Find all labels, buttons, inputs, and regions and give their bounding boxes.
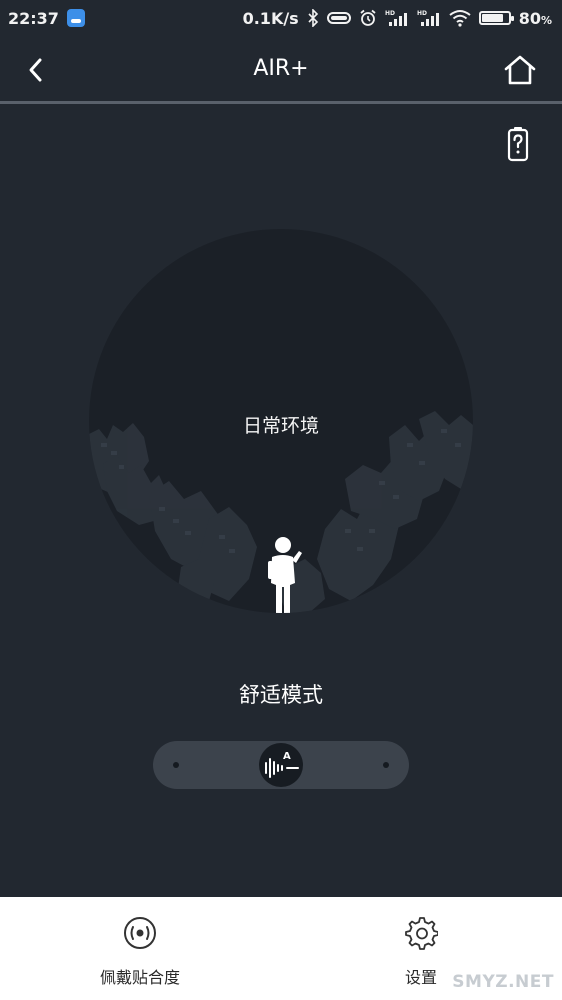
environment-circle: 日常环境 [89, 229, 473, 613]
status-bar: 22:37 0.1K/s HD HD 80% [0, 0, 562, 36]
app-header: AIR+ [0, 36, 562, 102]
nav-label-fit: 佩戴贴合度 [99, 968, 180, 987]
gear-icon [403, 915, 439, 951]
clock: 22:37 [8, 8, 59, 28]
fit-target-icon [122, 915, 158, 951]
header-divider [0, 101, 562, 104]
nav-item-fit[interactable]: 佩戴贴合度 [60, 915, 220, 988]
app-screen: 22:37 0.1K/s HD HD 80% AIR+ 日常环境 舒适模式 A … [0, 0, 562, 1000]
alarm-icon [359, 9, 377, 27]
svg-text:HD: HD [385, 10, 395, 17]
hd-signal-icon: HD [385, 9, 409, 27]
home-icon [504, 55, 536, 85]
network-speed: 0.1K/s [242, 8, 299, 28]
mode-slider[interactable]: A [153, 741, 409, 789]
bottom-nav: 佩戴贴合度 设置 SMYZ.NET [0, 897, 562, 1000]
home-button[interactable] [498, 48, 542, 92]
slider-stop-left[interactable] [173, 762, 179, 768]
slider-knob[interactable]: A [259, 743, 303, 787]
battery-percent-unit: % [540, 13, 552, 27]
environment-label: 日常环境 [242, 415, 319, 437]
battery-help-button[interactable] [504, 124, 532, 164]
slider-stop-right[interactable] [383, 762, 389, 768]
ambient-sound-auto-icon: A [265, 751, 299, 778]
svg-text:HD: HD [417, 10, 427, 17]
hd-signal-icon: HD [417, 9, 441, 27]
battery-question-icon [507, 127, 529, 162]
status-right: 0.1K/s HD HD 80% [243, 9, 552, 28]
bluetooth-icon [307, 9, 319, 27]
svg-text:A: A [283, 751, 291, 762]
battery-icon [478, 11, 514, 25]
watermark-text: SMYZ.NET [452, 972, 554, 992]
wifi-icon [449, 9, 471, 27]
battery-fill [481, 14, 503, 22]
status-left: 22:37 [8, 9, 85, 28]
mode-label: 舒适模式 [239, 683, 323, 707]
app-notification-icon [66, 9, 85, 27]
battery-percent-value: 80 [518, 8, 541, 28]
vibrate-pill-icon [326, 12, 351, 24]
person-listening-icon [268, 537, 302, 613]
page-title: AIR+ [253, 56, 309, 81]
nav-label-settings: 设置 [404, 968, 437, 987]
battery-percent: 80% [519, 9, 552, 28]
